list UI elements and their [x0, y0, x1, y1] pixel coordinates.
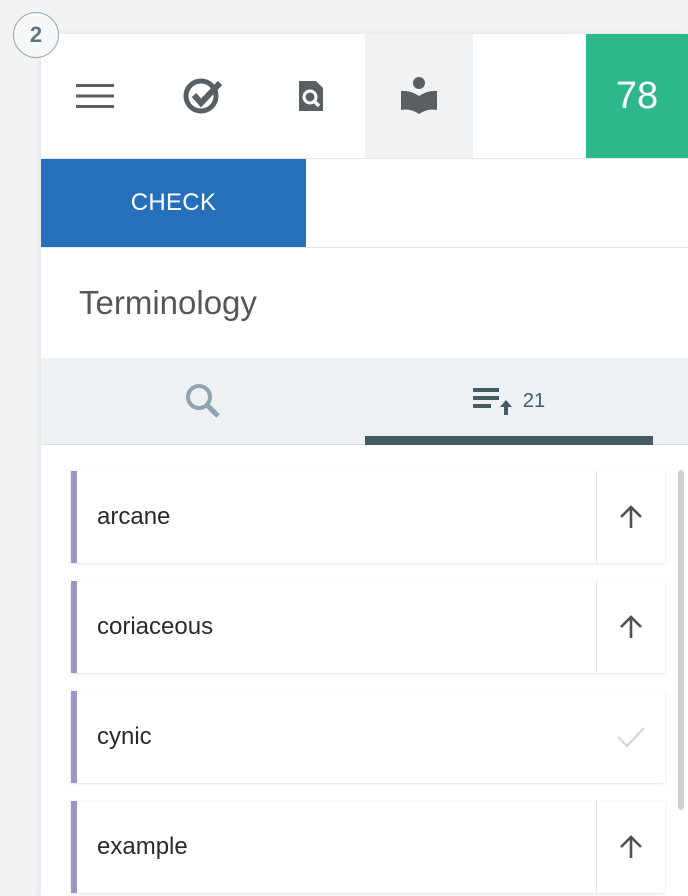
arrow-up-icon [620, 505, 642, 528]
move-up-button[interactable] [596, 471, 665, 563]
section-title-text: Terminology [79, 284, 257, 321]
term-list: arcane coriaceous cynic example [41, 445, 688, 893]
tab-search[interactable] [41, 358, 365, 444]
check-button-label: CHECK [130, 189, 217, 216]
term-label: example [97, 833, 188, 860]
arrow-up-icon [620, 615, 642, 638]
check-tool-button[interactable] [149, 34, 257, 158]
tab-count: 21 [522, 389, 546, 412]
side-panel: 78 CHECK Terminology 21 arcane coriaceou… [41, 34, 688, 896]
step-number: 2 [29, 22, 43, 47]
list-item[interactable]: example [71, 801, 665, 893]
move-up-button[interactable] [596, 581, 665, 673]
check-circle-icon [183, 78, 223, 114]
list-item[interactable]: cynic [71, 691, 665, 783]
step-badge: 2 [13, 12, 59, 58]
active-tab-indicator [365, 436, 653, 445]
reader-button[interactable] [365, 34, 473, 158]
list-item[interactable]: coriaceous [71, 581, 665, 673]
check-row: CHECK [41, 159, 688, 248]
reading-person-icon [401, 77, 437, 114]
move-up-button[interactable] [596, 801, 665, 893]
checkmark-icon [617, 727, 645, 748]
scrollbar[interactable] [678, 470, 684, 810]
score-badge: 78 [586, 34, 688, 158]
document-search-button[interactable] [257, 34, 365, 158]
arrow-up-icon [620, 835, 642, 858]
sort-list-up-icon [472, 388, 512, 415]
toolbar: 78 [41, 34, 688, 159]
section-title: Terminology [41, 248, 688, 358]
tab-bar: 21 [41, 358, 688, 445]
score-value: 78 [615, 74, 659, 117]
term-label: cynic [97, 723, 152, 750]
term-label: coriaceous [97, 613, 214, 640]
check-button[interactable]: CHECK [41, 159, 306, 247]
document-search-icon [299, 81, 323, 111]
list-item[interactable]: arcane [71, 471, 665, 563]
term-label: arcane [97, 503, 171, 530]
done-indicator [597, 691, 665, 783]
menu-button[interactable] [41, 34, 149, 158]
tab-sort-list[interactable]: 21 [365, 358, 653, 444]
hamburger-menu-icon [76, 84, 114, 108]
search-icon [186, 384, 220, 418]
